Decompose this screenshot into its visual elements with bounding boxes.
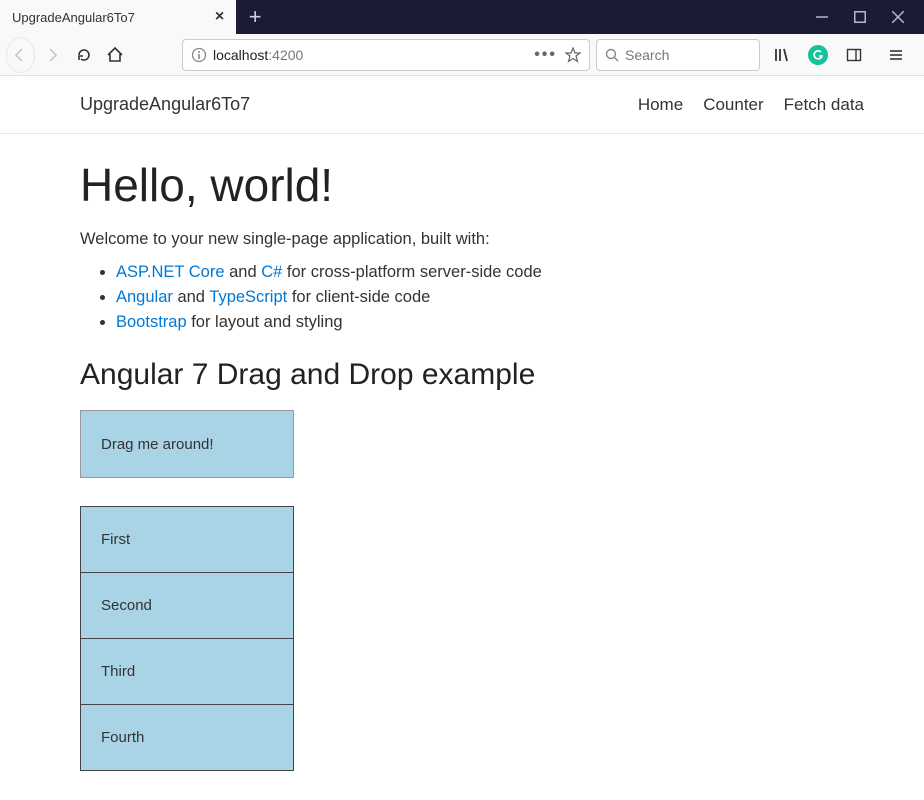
app-navbar: UpgradeAngular6To7 Home Counter Fetch da… [0,76,924,134]
menu-icon[interactable] [880,39,912,71]
back-button[interactable] [6,37,35,73]
sidebar-icon[interactable] [838,39,870,71]
intro-text: Welcome to your new single-page applicat… [80,230,844,249]
nav-link-counter[interactable]: Counter [703,95,763,115]
page-heading: Hello, world! [80,158,844,212]
reload-button[interactable] [72,39,97,71]
library-icon[interactable] [766,39,798,71]
nav-link-home[interactable]: Home [638,95,683,115]
drag-single-box[interactable]: Drag me around! [80,410,294,478]
new-tab-button[interactable]: + [236,0,274,34]
link-bootstrap[interactable]: Bootstrap [116,313,187,331]
window-titlebar: UpgradeAngular6To7 × + [0,0,924,34]
link-angular[interactable]: Angular [116,288,173,306]
minimize-icon[interactable] [816,11,828,23]
tab-title: UpgradeAngular6To7 [12,10,135,25]
close-window-icon[interactable] [892,11,904,23]
home-button[interactable] [103,39,128,71]
close-tab-icon[interactable]: × [215,9,224,25]
search-bar[interactable] [596,39,760,71]
nav-link-fetch-data[interactable]: Fetch data [784,95,864,115]
tech-list: ASP.NET Core and C# for cross-platform s… [116,263,844,332]
page-viewport[interactable]: UpgradeAngular6To7 Home Counter Fetch da… [0,76,924,800]
page-actions-icon[interactable]: ••• [534,46,557,64]
drag-item[interactable]: Third [80,638,294,705]
list-item: Bootstrap for layout and styling [116,313,844,332]
link-csharp[interactable]: C# [261,263,282,281]
list-item: Angular and TypeScript for client-side c… [116,288,844,307]
window-controls [816,0,924,34]
search-icon [605,48,619,62]
link-aspnet-core[interactable]: ASP.NET Core [116,263,225,281]
browser-tab[interactable]: UpgradeAngular6To7 × [0,0,236,34]
url-bar[interactable]: localhost:4200 ••• [182,39,590,71]
maximize-icon[interactable] [854,11,866,23]
bookmark-star-icon[interactable] [565,47,581,63]
browser-toolbar: localhost:4200 ••• [0,34,924,76]
search-input[interactable] [625,47,751,63]
drag-list: First Second Third Fourth [80,506,294,771]
list-item: ASP.NET Core and C# for cross-platform s… [116,263,844,282]
app-brand[interactable]: UpgradeAngular6To7 [80,94,250,115]
grammarly-icon[interactable] [808,45,828,65]
drag-item[interactable]: Fourth [80,704,294,771]
url-text: localhost:4200 [213,47,303,63]
info-icon[interactable] [191,47,207,63]
link-typescript[interactable]: TypeScript [209,288,287,306]
drag-item[interactable]: Second [80,572,294,639]
forward-button[interactable] [41,39,66,71]
section-heading: Angular 7 Drag and Drop example [80,358,844,392]
drag-item[interactable]: First [80,506,294,573]
app-nav-links: Home Counter Fetch data [638,95,864,115]
